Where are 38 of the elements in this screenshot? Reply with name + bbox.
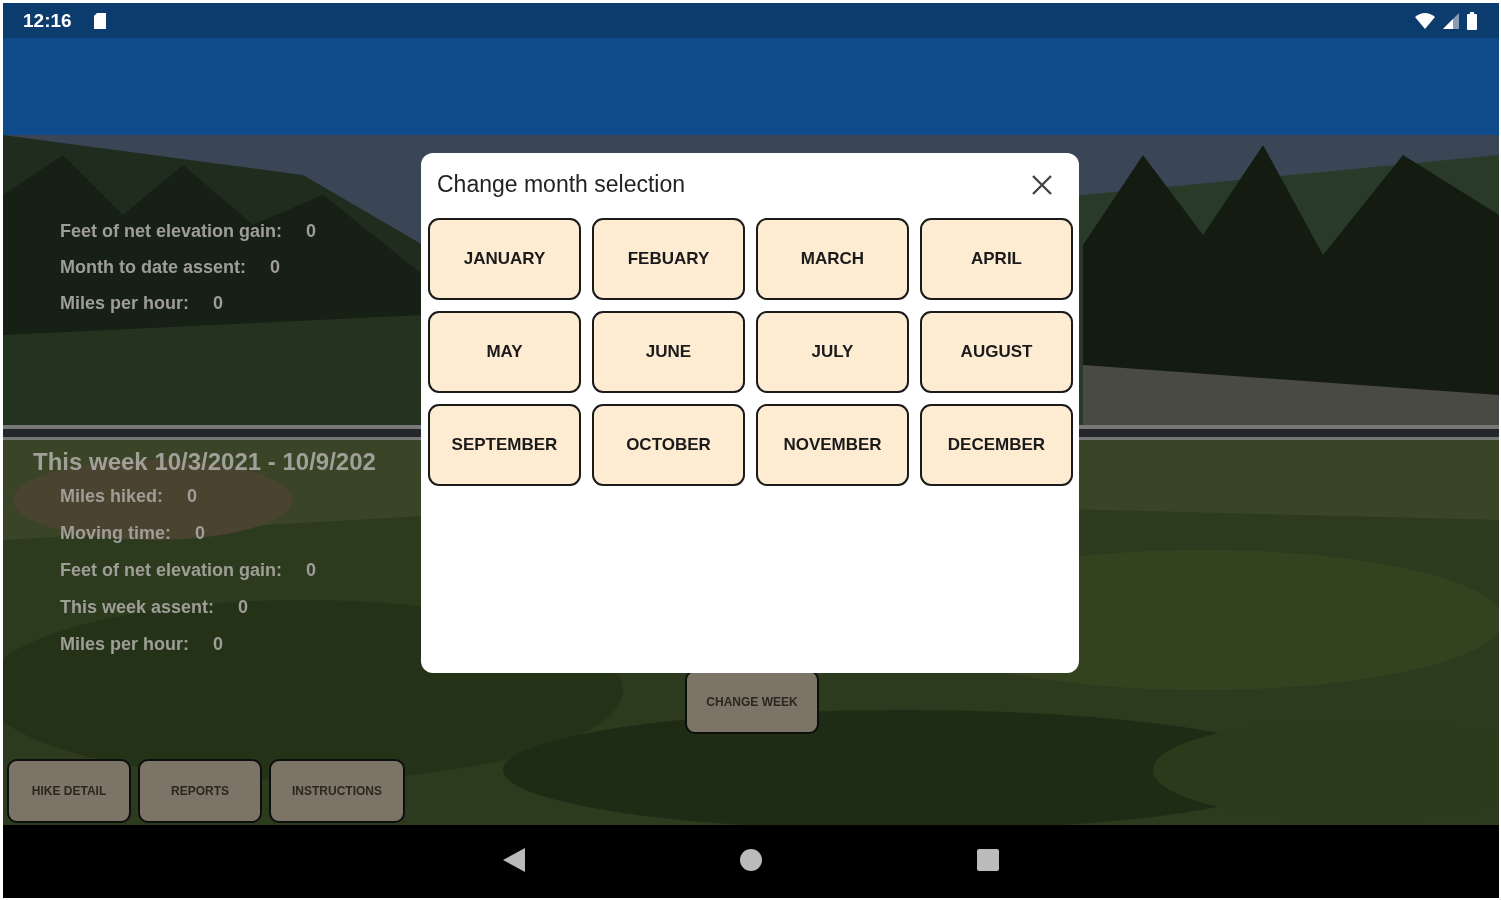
stat-label: Feet of net elevation gain: bbox=[60, 560, 283, 581]
month-button[interactable]: FEBUARY bbox=[592, 218, 745, 300]
month-button[interactable]: JANUARY bbox=[428, 218, 581, 300]
stat-value: 0 bbox=[195, 523, 205, 544]
month-button[interactable]: DECEMBER bbox=[920, 404, 1073, 486]
signal-icon bbox=[1443, 12, 1459, 29]
stat-label: Month to date assent: bbox=[60, 257, 246, 278]
stat-value: 0 bbox=[187, 486, 198, 507]
month-button[interactable]: NOVEMBER bbox=[756, 404, 909, 486]
stat-label: Miles per hour: bbox=[60, 634, 189, 655]
close-icon[interactable] bbox=[1031, 173, 1053, 196]
dialog-title: Change month selection bbox=[437, 171, 686, 198]
stat-value: 0 bbox=[213, 634, 224, 655]
sd-card-icon bbox=[93, 12, 106, 29]
month-button[interactable]: APRIL bbox=[920, 218, 1073, 300]
month-button[interactable]: MARCH bbox=[756, 218, 909, 300]
stat-value: 0 bbox=[238, 597, 249, 618]
stat-label: Feet of net elevation gain: bbox=[60, 221, 283, 242]
home-icon[interactable] bbox=[740, 849, 762, 871]
month-button[interactable]: OCTOBER bbox=[592, 404, 745, 486]
stat-value: 0 bbox=[213, 293, 224, 314]
back-icon[interactable] bbox=[503, 848, 525, 872]
month-button[interactable]: JULY bbox=[756, 311, 909, 393]
stat-value: 0 bbox=[306, 221, 317, 242]
stat-value: 0 bbox=[306, 560, 317, 581]
week-heading: This week 10/3/2021 - 10/9/202 bbox=[33, 448, 376, 476]
month-button[interactable]: MAY bbox=[428, 311, 581, 393]
status-time: 12:16 bbox=[23, 9, 72, 32]
stat-label: Miles hiked: bbox=[60, 486, 164, 507]
month-button[interactable]: JUNE bbox=[592, 311, 745, 393]
stat-label: Miles per hour: bbox=[60, 293, 189, 314]
stat-label: Moving time: bbox=[60, 523, 171, 544]
wifi-icon bbox=[1415, 12, 1435, 29]
month-button[interactable]: SEPTEMBER bbox=[428, 404, 581, 486]
battery-icon bbox=[1467, 11, 1477, 30]
month-button[interactable]: AUGUST bbox=[920, 311, 1073, 393]
stat-label: This week assent: bbox=[60, 597, 215, 618]
stat-value: 0 bbox=[270, 257, 281, 278]
